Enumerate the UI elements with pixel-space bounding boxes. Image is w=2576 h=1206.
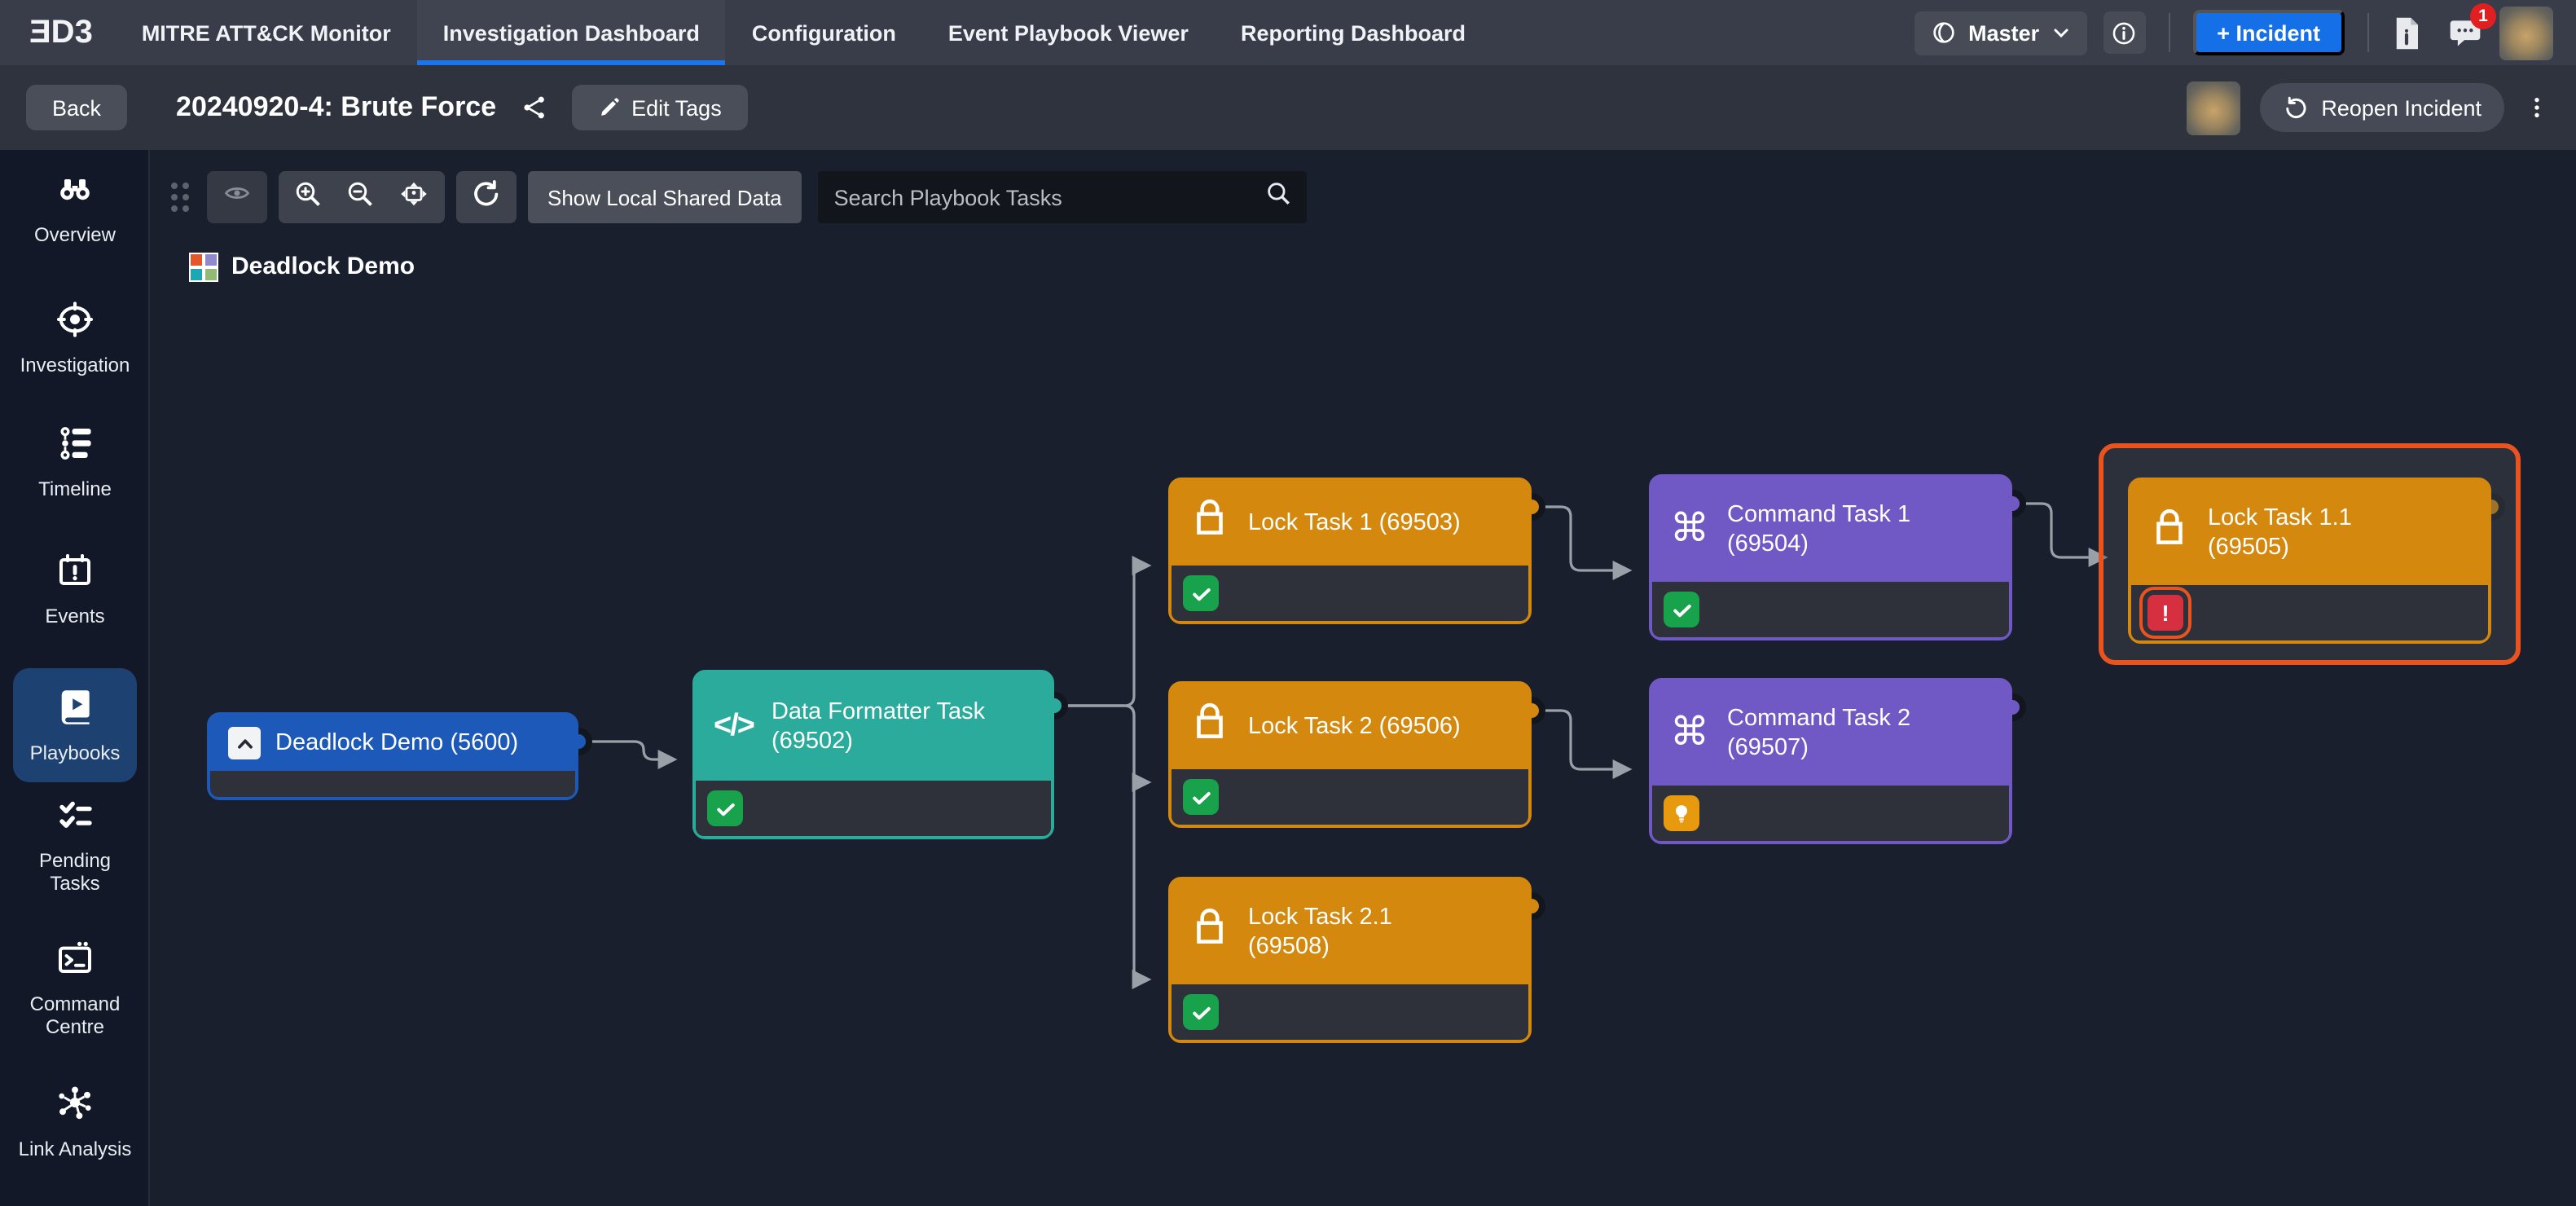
sidebar-item-pending-tasks[interactable]: Pending Tasks [0,795,150,896]
sidebar-item-overview[interactable]: Overview [0,169,150,247]
reopen-icon [2282,95,2308,121]
kebab-menu-icon[interactable] [2524,93,2550,122]
timeline-icon [55,424,95,469]
error-badge: ! [2147,595,2183,631]
notifications-button[interactable]: 1 [2447,15,2483,51]
playbook-canvas[interactable]: Show Local Shared Data Deadlock Demo [150,150,2576,1206]
incident-title: 20240920-4: Brute Force [176,91,496,124]
workflow-edges [150,150,2576,1206]
sidebar-label: Pending Tasks [18,851,132,896]
task-node-command-task-2[interactable]: ⌘ Command Task 2(69507) [1649,678,2012,844]
target-icon [54,300,96,346]
incident-header: Back 20240920-4: Brute Force Edit Tags R… [0,65,2576,150]
sidebar-item-link-analysis[interactable]: Link Analysis [0,1082,150,1161]
success-badge [1183,994,1219,1030]
info-button[interactable] [2103,11,2145,54]
edit-tags-button[interactable]: Edit Tags [571,85,748,130]
d3-logo-text: ƎD3 [29,14,93,51]
sidebar-item-events[interactable]: Events [0,551,150,628]
task-node-lock-task-1[interactable]: Lock Task 1 (69503) [1168,478,1532,624]
incident-header-right: Reopen Incident [2186,81,2550,134]
sidebar-item-playbooks[interactable]: Playbooks [13,668,137,781]
divider [2168,13,2169,52]
document-icon[interactable] [2392,15,2421,50]
sidebar-item-investigation[interactable]: Investigation [0,300,150,377]
command-icon: ⌘ [1670,714,1709,753]
lock-icon [1189,497,1230,549]
user-avatar[interactable] [2499,6,2553,59]
tab-reporting-dashboard[interactable]: Reporting Dashboard [1215,0,1492,65]
lock-icon [1189,906,1230,958]
sidebar-label: Playbooks [30,743,121,766]
playbook-start-icon [228,727,261,759]
sidebar-label: Timeline [38,479,112,502]
sidebar-label: Events [45,606,104,629]
success-badge [1664,592,1699,627]
checklist-icon [55,795,95,841]
task-node-lock-task-2-1[interactable]: Lock Task 2.1(69508) [1168,877,1532,1043]
pencil-icon [597,96,620,119]
sidebar-label: Command Centre [18,994,132,1039]
lock-icon [2149,507,2190,559]
master-site-dropdown[interactable]: Master [1914,11,2086,55]
sidebar-label: Investigation [20,355,130,378]
sidebar: Overview Investigation Timeline Events [0,150,150,1206]
tab-mitre-attck-monitor[interactable]: MITRE ATT&CK Monitor [116,0,417,65]
master-label: Master [1968,20,2039,45]
sidebar-label: Overview [34,225,116,248]
sidebar-item-command-centre[interactable]: Command Centre [0,939,150,1039]
nav-right-cluster: Master + Incident 1 [1914,0,2576,65]
new-incident-button[interactable]: + Incident [2192,10,2345,55]
d3-logo[interactable]: ƎD3 [0,0,116,65]
task-node-lock-task-1-1[interactable]: Lock Task 1.1(69505) ! [2128,478,2491,644]
playbook-icon [55,686,95,733]
d3-soar-app: ƎD3 MITRE ATT&CK Monitor Investigation D… [0,0,2576,1206]
tab-investigation-dashboard[interactable]: Investigation Dashboard [417,0,726,65]
reopen-label: Reopen Incident [2321,95,2481,120]
share-icon[interactable] [519,93,548,122]
playbook-start-node-deadlock-demo[interactable]: Deadlock Demo (5600) [207,712,578,800]
terminal-icon [54,939,96,984]
main-tabs: MITRE ATT&CK Monitor Investigation Dashb… [116,0,1492,65]
sidebar-label: Link Analysis [19,1139,132,1162]
task-node-data-formatter[interactable]: </> Data Formatter Task(69502) [692,670,1054,839]
back-button[interactable]: Back [26,85,127,130]
main-area: Overview Investigation Timeline Events [0,150,2576,1206]
info-icon [2110,19,2138,46]
code-icon: </> [714,709,754,745]
network-graph-icon [54,1082,96,1129]
binoculars-icon [54,169,96,215]
success-badge [707,790,743,826]
sidebar-item-timeline[interactable]: Timeline [0,424,150,501]
tab-configuration[interactable]: Configuration [726,0,922,65]
edit-tags-label: Edit Tags [631,95,722,120]
globe-icon [1931,20,1957,46]
task-node-lock-task-2[interactable]: Lock Task 2 (69506) [1168,681,1532,828]
command-icon: ⌘ [1670,510,1709,549]
lock-icon [1189,701,1230,753]
success-badge [1183,575,1219,611]
tab-event-playbook-viewer[interactable]: Event Playbook Viewer [922,0,1215,65]
divider [2367,13,2369,52]
reopen-incident-button[interactable]: Reopen Incident [2259,83,2504,132]
success-badge [1183,779,1219,815]
task-node-command-task-1[interactable]: ⌘ Command Task 1(69504) [1649,474,2012,640]
top-nav: ƎD3 MITRE ATT&CK Monitor Investigation D… [0,0,2576,65]
assignee-avatar[interactable] [2186,81,2240,134]
pending-badge [1664,795,1699,831]
chevron-down-icon [2051,23,2070,42]
notification-count-badge: 1 [2470,3,2496,29]
calendar-alert-icon [54,551,96,596]
